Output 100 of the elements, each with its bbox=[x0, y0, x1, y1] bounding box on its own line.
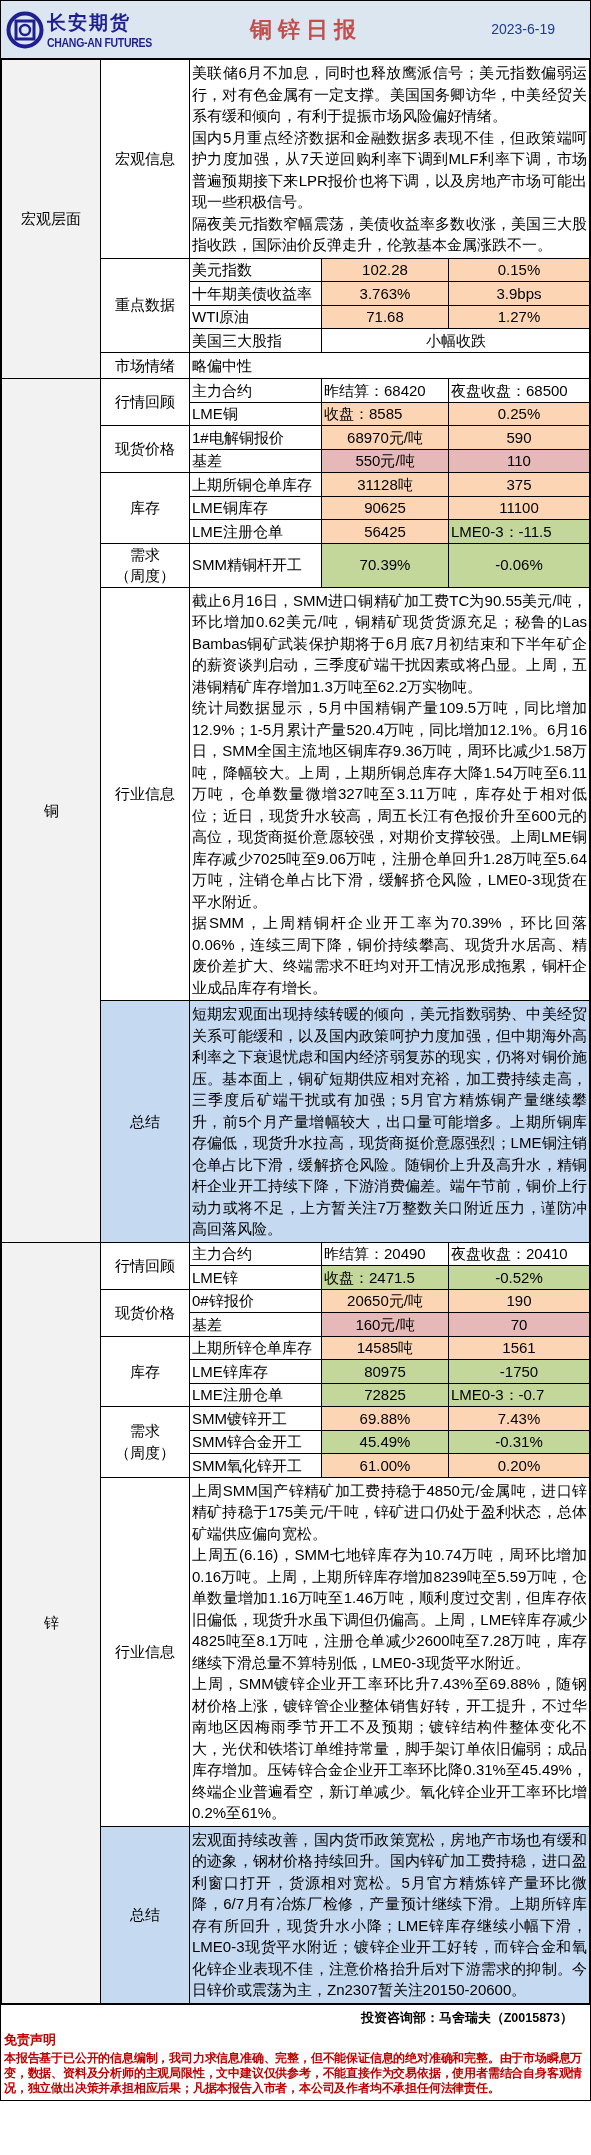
table-cell: 十年期美债收益率 bbox=[189, 281, 322, 305]
table-cell: 61.00% bbox=[321, 1453, 449, 1477]
row-heading: 宏观信息 bbox=[115, 149, 175, 169]
row-heading: 现货价格 bbox=[115, 1302, 175, 1323]
table-cell: 160元/吨 bbox=[321, 1312, 449, 1336]
section-heading: 宏观层面 bbox=[21, 210, 81, 228]
row-heading: 行业信息 bbox=[115, 784, 175, 804]
info-paragraph: 截止6月16日，SMM进口铜精矿加工费TC为90.55美元/吨，环比增加0.62美元/吨，铜精矿现货货源充足；秘鲁的Las Bambas铜矿武装保护期将于6月底7月初结束和下半年矿企的薪资谈判启动，三季度矿端干扰因素或将凸显。上周，五港铜精矿库存增加1.3万吨至62.2万实物吨。 bbox=[192, 590, 587, 697]
row-heading: 现货价格 bbox=[115, 439, 175, 460]
table-cell: LME0-3：-11.5 bbox=[448, 519, 590, 543]
table-cell: LME注册仓单 bbox=[189, 519, 322, 543]
info-paragraph: 国内5月重点经济数据和金融数据多表现不佳，但政策端呵护力度加强，从7天逆回购利率下调到MLF利率下调，市场普遍预期接下来LPR报价也将下调，以及房地产市场可能出现一些积极信号。 bbox=[192, 127, 587, 212]
table-cell: 11100 bbox=[448, 496, 590, 520]
row-heading: 库存 bbox=[130, 498, 160, 518]
table-cell: 0.20% bbox=[448, 1453, 590, 1477]
table-cell: SMM锌合金开工 bbox=[189, 1430, 322, 1454]
summary-paragraph: 短期宏观面出现持续转暖的倾向，美元指数弱势、中美经贸关系可能缓和，以及国内政策呵护力度加强，但中期海外高利率之下衰退忧虑和国内经济弱复苏的现实，仍将对铜价施压。基本面上，铜矿短期供应相对充裕，加工费持续走高，三季度后矿端干扰或有加强；5月官方精炼铜产量继续攀升，前5个月产量增幅较大，出口量可能增多。上期所铜库存偏低，现货升水拉高，现货商挺价意愿强烈；LME铜注销仓单占比下滑，缓解挤仓风险。随铜价上升及高升水，精铜杆企业开工持续下降，下游消费偏差。端午节前，铜价上行动力或将不足，上方暂关注7万整数关口附近压力，谨防冲高回落风险。 bbox=[192, 1004, 587, 1239]
table-cell: 190 bbox=[448, 1289, 590, 1313]
table-cell: 7.43% bbox=[448, 1406, 590, 1430]
info-paragraph: 美联储6月不加息，同时也释放鹰派信号；美元指数偏弱运行，对有色金属有一定支撑。美国国务卿访华，中美经贸关系有缓和倾向，有利于提振市场风险偏好情绪。 bbox=[192, 63, 587, 126]
section-heading: 锌 bbox=[43, 1613, 59, 1631]
report-title: 铜 锌 日 报 bbox=[249, 16, 357, 44]
table-cell: 0.15% bbox=[448, 258, 590, 282]
table-cell: 69.88% bbox=[321, 1406, 449, 1430]
table-cell: LME锌 bbox=[189, 1265, 322, 1289]
row-heading: （周度） bbox=[115, 566, 175, 586]
table-cell: 71.68 bbox=[321, 305, 449, 329]
table-cell: 68970元/吨 bbox=[321, 425, 449, 449]
table-cell: LME铜 bbox=[189, 402, 322, 426]
row-heading: 总结 bbox=[130, 1111, 160, 1132]
table-cell: 31128吨 bbox=[321, 472, 449, 496]
info-paragraph: 隔夜美元指数窄幅震荡，美债收益率多数收涨，美国三大股指收跌，国际油价反弹走升，伦敦基本金属涨跌不一。 bbox=[192, 213, 587, 255]
section-heading: 铜 bbox=[43, 801, 59, 819]
table-cell: LME锌库存 bbox=[189, 1359, 322, 1383]
row-heading: （周度） bbox=[115, 1442, 175, 1463]
table-cell: WTI原油 bbox=[189, 305, 322, 329]
table-cell: 80975 bbox=[321, 1359, 449, 1383]
table-cell: -0.52% bbox=[448, 1265, 590, 1289]
table-cell: 20650元/吨 bbox=[321, 1289, 449, 1313]
table-cell: 14585吨 bbox=[321, 1336, 449, 1360]
row-heading: 行情回顾 bbox=[115, 1255, 175, 1276]
logo-text: 长安期货 bbox=[47, 12, 132, 32]
table-cell: SMM镀锌开工 bbox=[189, 1406, 322, 1430]
table-cell: 上期所铜仓单库存 bbox=[189, 472, 322, 496]
table-cell: -1750 bbox=[448, 1359, 590, 1383]
table-cell: 昨结算：68420 bbox=[321, 378, 449, 402]
table-cell: 375 bbox=[448, 472, 590, 496]
table-cell: 小幅收跌 bbox=[321, 328, 590, 352]
table-cell: 90625 bbox=[321, 496, 449, 520]
table-cell: -0.06% bbox=[448, 543, 590, 587]
disclaimer-text: 本报告基于已公开的信息编制，我司力求信息准确、完整，但不能保证信息的绝对准确和完整。由于市场瞬息万变，数据、资料及分析师的主观局限性，文中建议仅供参考，不能直接作为交易依据，使用者需结合自身客观情况，独立做出决策并承担相应后果；凡据本报告入市者，本公司及作者均不承担任何法律责任。 bbox=[4, 2051, 584, 2097]
table-cell: 0#锌报价 bbox=[189, 1289, 322, 1313]
row-heading: 行业信息 bbox=[115, 1641, 175, 1662]
table-cell: SMM精铜杆开工 bbox=[189, 543, 322, 587]
info-paragraph: 略偏中性 bbox=[192, 355, 253, 376]
info-paragraph: 上周五(6.16)，SMM七地锌库存为10.74万吨，周环比增加0.16万吨。上周，上期所锌库存增加8239吨至5.59万吨，仓单数量增加1.16万吨至1.46万吨，顺利度过交割，但库存依旧偏低，现货升水虽下调但仍偏高。上周，LME锌库存减少4825吨至8.1万吨，注册仓单减少2600吨至7.28万吨，库存继续下滑总量不算特别低，LME0-3现货平水附近。 bbox=[192, 1545, 587, 1673]
table-cell: 美国三大股指 bbox=[189, 328, 322, 352]
row-heading: 重点数据 bbox=[115, 295, 175, 316]
table-cell: LME0-3：-0.7 bbox=[448, 1383, 590, 1407]
info-paragraph: 统计局数据显示，5月中国精铜产量109.5万吨，同比增加12.9%；1-5月累计产量520.4万吨，同比增加12.1%。6月16日，SMM全国主流地区铜库存9.36万吨，周环比减少1.58万吨，降幅较大。上周，上期所铜总库存大降1.54万吨至6.11万吨，仓单数量微增327吨至3.11万吨，库存处于相对低位；近日，现货升水较高，周五长江有色报价升至600元的高位，现货商挺价意愿较强，对期价支撑较强。上周LME铜库存减少7025吨至9.06万吨，注册仓单回升1.28万吨至5.64万吨，注销仓单占比下滑，缓解挤仓风险，LME0-3现货在平水附近。 bbox=[192, 698, 587, 912]
table-cell: 美元指数 bbox=[189, 258, 322, 282]
analyst-credit: 投资咨询部：马舍瑞夫（Z0015873） bbox=[360, 2009, 573, 2027]
row-heading: 市场情绪 bbox=[115, 355, 175, 376]
table-cell: LME铜库存 bbox=[189, 496, 322, 520]
table-cell: 550元/吨 bbox=[321, 449, 449, 473]
table-cell: 夜盘收盘：68500 bbox=[448, 378, 590, 402]
table-cell: 56425 bbox=[321, 519, 449, 543]
report-date: 2023-6-19 bbox=[491, 20, 555, 39]
table-cell: 72825 bbox=[321, 1383, 449, 1407]
table-cell: 590 bbox=[448, 425, 590, 449]
table-cell: 1#电解铜报价 bbox=[189, 425, 322, 449]
table-cell: 3.763% bbox=[321, 281, 449, 305]
info-paragraph: 据SMM，上周精铜杆企业开工率为70.39%，环比回落0.06%，连续三周下降，铜价持续攀高、现货升水居高、精废价差扩大、终端需求不旺均对开工情况形成拖累，铜杆企业成品库存有增长。 bbox=[192, 913, 587, 998]
info-paragraph: 上周，SMM镀锌企业开工率环比升7.43%至69.88%，随钢材价格上涨，镀锌管企业整体销售好转，开工提升，不过华南地区因梅雨季节开工不及预期；镀锌结构件整体变化不大，光伏和铁塔订单维持常量，脚手架订单依旧偏弱；成品库存增加。压铸锌合金企业开工率环比降0.31%至45.49%，终端企业普遍看空，新订单减少。氧化锌企业开工率环比增0.2%至61%。 bbox=[192, 1674, 587, 1823]
logo-subtitle: CHANG-AN FUTURES bbox=[47, 35, 152, 49]
table-cell: 基差 bbox=[189, 1312, 322, 1336]
table-cell: 102.28 bbox=[321, 258, 449, 282]
table-cell: 收盘：2471.5 bbox=[321, 1265, 449, 1289]
table-cell: -0.31% bbox=[448, 1430, 590, 1454]
row-heading: 需求 bbox=[130, 1421, 160, 1442]
table-cell: 45.49% bbox=[321, 1430, 449, 1454]
disclaimer-title: 免责声明 bbox=[4, 2032, 56, 2048]
table-cell: 收盘：8585 bbox=[321, 402, 449, 426]
info-paragraph: 上周SMM国产锌精矿加工费持稳于4850元/金属吨，进口锌精矿持稳于175美元/干吨，锌矿进口仍处于盈利状态，总体矿端供应偏向宽松。 bbox=[192, 1480, 587, 1544]
logo-icon bbox=[6, 10, 44, 49]
table-cell: 主力合约 bbox=[189, 1242, 322, 1266]
table-cell: 主力合约 bbox=[189, 378, 322, 402]
table-cell: 上期所锌仓单库存 bbox=[189, 1336, 322, 1360]
table-cell: 夜盘收盘：20410 bbox=[448, 1242, 590, 1266]
table-cell: 110 bbox=[448, 449, 590, 473]
table-cell: 1.27% bbox=[448, 305, 590, 329]
table-cell: 3.9bps bbox=[448, 281, 590, 305]
table-cell: LME注册仓单 bbox=[189, 1383, 322, 1407]
row-heading: 行情回顾 bbox=[115, 392, 175, 413]
table-cell: 基差 bbox=[189, 449, 322, 473]
row-heading: 总结 bbox=[130, 1904, 160, 1925]
table-cell: 1561 bbox=[448, 1336, 590, 1360]
row-heading: 需求 bbox=[130, 544, 160, 565]
table-cell: 70 bbox=[448, 1312, 590, 1336]
table-cell: 昨结算：20490 bbox=[321, 1242, 449, 1266]
